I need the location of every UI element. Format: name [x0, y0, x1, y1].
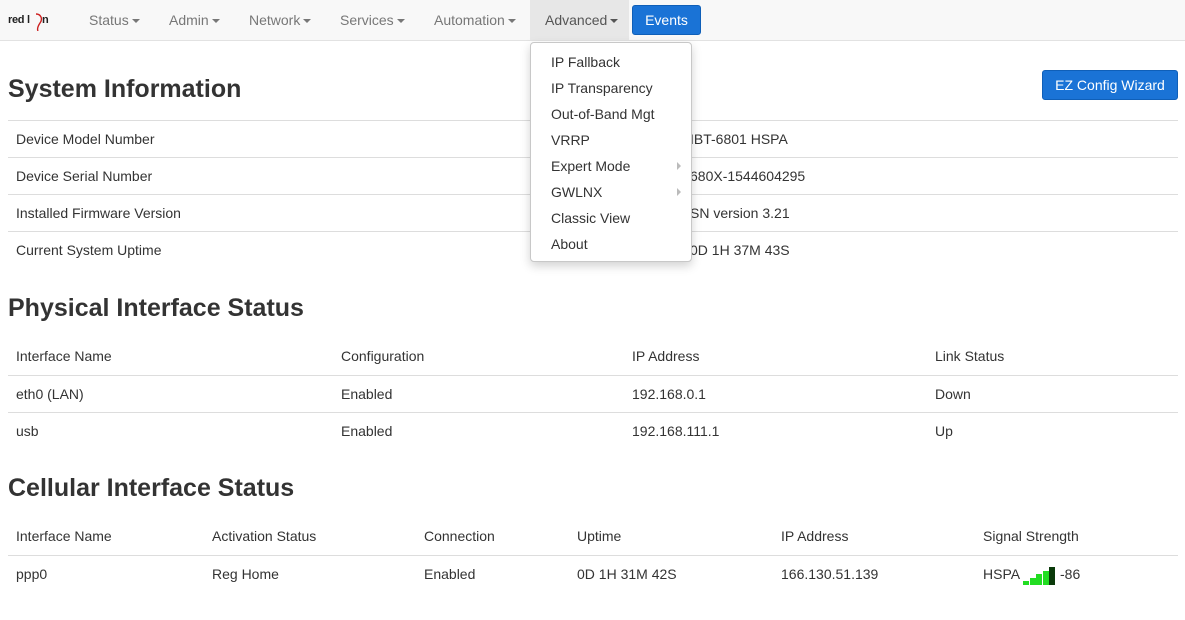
physical-interface-title: Physical Interface Status [8, 294, 304, 322]
nav-advanced-label: Advanced [545, 12, 608, 28]
nav-network-label: Network [249, 12, 301, 28]
events-button[interactable]: Events [632, 5, 701, 35]
signal-value: -86 [1060, 566, 1081, 582]
configuration: Enabled [341, 386, 393, 402]
red-lion-logo[interactable]: red l n [8, 11, 58, 32]
info-label: Device Serial Number [16, 168, 153, 184]
info-value: 0D 1H 37M 43S [690, 242, 790, 258]
nav-services-label: Services [340, 12, 394, 28]
cellular-interface-title: Cellular Interface Status [8, 474, 295, 502]
nav-admin[interactable]: Admin [159, 0, 230, 40]
table-row: eth0 (LAN) Enabled 192.168.0.1 Down [8, 375, 1178, 412]
ip-address: 192.168.111.1 [632, 423, 720, 439]
signal-bar [1023, 581, 1029, 585]
column-header: Connection [424, 528, 495, 544]
advanced-dropdown-menu: IP Fallback IP Transparency Out-of-Band … [530, 42, 692, 262]
signal-type: HSPA [983, 566, 1021, 582]
column-header: Activation Status [212, 528, 317, 544]
info-label: Installed Firmware Version [16, 205, 181, 221]
nav-network[interactable]: Network [239, 0, 321, 40]
menu-item-label: GWLNX [551, 184, 603, 200]
column-header: Interface Name [16, 528, 112, 544]
signal-bar [1049, 567, 1055, 585]
nav-automation[interactable]: Automation [424, 0, 526, 40]
table-header-row: Interface Name Configuration IP Address … [8, 338, 1178, 375]
menu-item-gwlnx[interactable]: GWLNX [531, 179, 691, 205]
menu-item-label: IP Fallback [551, 54, 620, 70]
ip-address: 166.130.51.139 [781, 566, 879, 582]
interface-name: eth0 (LAN) [16, 386, 84, 402]
chevron-right-icon [677, 188, 681, 196]
top-navbar: red l n Status Admin Network Services Au… [0, 0, 1185, 41]
column-header: Signal Strength [983, 528, 1079, 544]
column-header: Uptime [577, 528, 622, 544]
signal-bar [1029, 577, 1036, 585]
system-information-title: System Information [8, 75, 242, 103]
chevron-down-icon [131, 19, 140, 24]
cellular-interface-table: Interface Name Activation Status Connect… [8, 518, 1178, 592]
link-status: Up [935, 423, 953, 439]
connection: Enabled [424, 566, 476, 582]
configuration: Enabled [341, 423, 393, 439]
svg-text:red l: red l [8, 14, 30, 26]
chevron-down-icon [211, 19, 220, 24]
menu-item-ip-transparency[interactable]: IP Transparency [531, 75, 691, 101]
menu-item-ip-fallback[interactable]: IP Fallback [531, 49, 691, 75]
table-header-row: Interface Name Activation Status Connect… [8, 518, 1178, 555]
signal-bar [1036, 574, 1042, 585]
link-status: Down [935, 386, 971, 402]
chevron-down-icon [610, 19, 619, 24]
column-header: Link Status [935, 348, 1005, 364]
menu-item-about[interactable]: About [531, 231, 691, 257]
info-label: Current System Uptime [16, 242, 162, 258]
activation-status: Reg Home [212, 566, 279, 582]
menu-item-label: VRRP [551, 132, 590, 148]
nav-automation-label: Automation [434, 12, 505, 28]
info-value: 680X-1544604295 [690, 168, 806, 184]
column-header: Interface Name [16, 348, 112, 364]
menu-item-label: IP Transparency [551, 80, 653, 96]
ip-address: 192.168.0.1 [632, 386, 706, 402]
chevron-down-icon [396, 19, 405, 24]
info-value: SN version 3.21 [690, 205, 790, 221]
interface-name: ppp0 [16, 566, 48, 582]
menu-item-classic-view[interactable]: Classic View [531, 205, 691, 231]
table-row: usb Enabled 192.168.111.1 Up [8, 412, 1178, 449]
column-header: IP Address [781, 528, 849, 544]
logo-icon: red l n [8, 13, 49, 32]
uptime: 0D 1H 31M 42S [577, 566, 677, 582]
chevron-down-icon [507, 19, 516, 24]
nav-advanced[interactable]: Advanced [530, 0, 629, 40]
chevron-down-icon [303, 19, 312, 24]
menu-item-out-of-band-mgt[interactable]: Out-of-Band Mgt [531, 101, 691, 127]
svg-text:n: n [42, 14, 49, 26]
interface-name: usb [16, 423, 39, 439]
ez-config-wizard-button[interactable]: EZ Config Wizard [1042, 70, 1178, 100]
column-header: IP Address [632, 348, 700, 364]
menu-item-label: Classic View [551, 210, 631, 226]
nav-admin-label: Admin [169, 12, 209, 28]
nav-status[interactable]: Status [79, 0, 150, 40]
menu-item-label: Expert Mode [551, 158, 631, 174]
table-row: ppp0 Reg Home Enabled 0D 1H 31M 42S 166.… [8, 555, 1178, 592]
signal-bar [1042, 570, 1049, 585]
physical-interface-table: Interface Name Configuration IP Address … [8, 338, 1178, 449]
signal-bars-icon [1023, 567, 1055, 585]
menu-item-label: About [551, 236, 588, 252]
nav-status-label: Status [89, 12, 129, 28]
chevron-right-icon [677, 162, 681, 170]
menu-item-expert-mode[interactable]: Expert Mode [531, 153, 691, 179]
info-label: Device Model Number [16, 131, 155, 147]
menu-item-vrrp[interactable]: VRRP [531, 127, 691, 153]
nav-services[interactable]: Services [330, 0, 415, 40]
info-value: IBT-6801 HSPA [690, 131, 788, 147]
column-header: Configuration [341, 348, 425, 364]
menu-item-label: Out-of-Band Mgt [551, 106, 655, 122]
